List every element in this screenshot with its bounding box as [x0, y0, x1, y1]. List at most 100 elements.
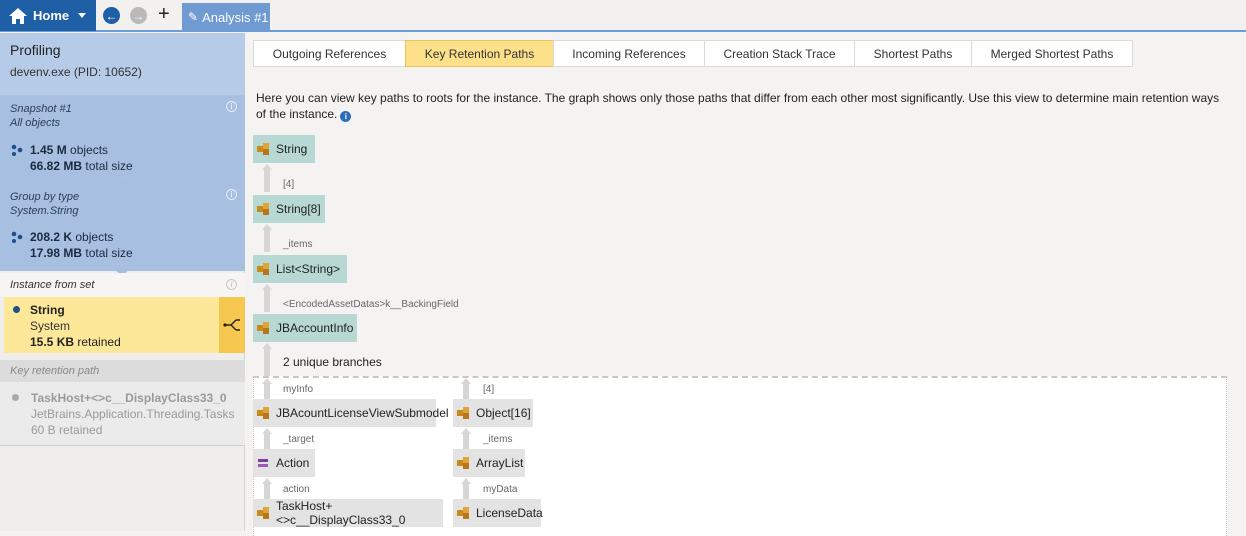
node-jbaccountinfo[interactable]: JBAccountInfo — [253, 314, 357, 342]
node-label: JBAccountInfo — [276, 321, 354, 335]
node-list-string[interactable]: List<String> — [253, 255, 347, 283]
edge-arrow — [262, 428, 272, 434]
node-viewsubmodel[interactable]: JBAcountLicenseViewSubmodel — [253, 399, 449, 427]
description-text: Here you can view key paths to roots for… — [256, 91, 1220, 121]
tab-shortest-paths[interactable]: Shortest Paths — [854, 40, 972, 67]
home-icon — [9, 7, 27, 24]
delegate-icon — [258, 459, 268, 467]
edge-label: action — [283, 484, 310, 495]
key-path-bullet — [12, 394, 19, 401]
tab-analysis[interactable]: ✎ Analysis #1 — [182, 3, 270, 31]
instance-header: Instance from set i — [0, 273, 245, 297]
chevron-down-icon[interactable] — [78, 13, 87, 18]
analysis-tab-label: Analysis #1 — [202, 9, 269, 25]
profiling-header: Profiling devenv.exe (PID: 10652) — [0, 33, 245, 95]
node-label: String[8] — [276, 202, 321, 216]
home-label: Home — [33, 8, 70, 23]
home-button[interactable]: Home — [0, 0, 96, 31]
info-icon[interactable]: i — [226, 279, 237, 290]
back-arrow-icon[interactable]: ← — [103, 7, 120, 24]
edge-label: <EncodedAssetDatas>k__BackingField — [283, 299, 459, 310]
group-size-label: total size — [85, 246, 133, 260]
tab-key-retention-paths[interactable]: Key Retention Paths — [405, 40, 554, 67]
class-icon — [257, 203, 269, 215]
view-tabs: Outgoing References Key Retention Paths … — [253, 40, 1133, 67]
pencil-icon: ✎ — [188, 10, 199, 24]
snapshot-objects: 1.45 M objects — [30, 143, 108, 157]
edge-label: _items — [483, 434, 513, 445]
node-licensedata[interactable]: LicenseData — [453, 499, 543, 527]
node-string[interactable]: String — [253, 135, 315, 163]
edge-arrow — [461, 428, 471, 434]
node-action[interactable]: Action — [253, 449, 315, 477]
class-icon — [457, 457, 469, 469]
description: Here you can view key paths to roots for… — [256, 90, 1231, 122]
edge-line — [264, 349, 270, 376]
tab-merged-shortest-paths[interactable]: Merged Shortest Paths — [971, 40, 1133, 67]
top-toolbar: Home ← → + ✎ Analysis #1 — [0, 0, 1246, 32]
node-label: TaskHost+<>c__DisplayClass33_0 — [276, 499, 406, 527]
node-label: String — [276, 142, 308, 156]
info-icon[interactable]: i — [226, 189, 237, 200]
key-path-namespace: JetBrains.Application.Threading.Tasks — [31, 407, 235, 421]
edge-arrow — [262, 224, 272, 230]
edge-arrow — [262, 378, 272, 384]
instance-namespace: System — [30, 319, 71, 333]
node-arraylist[interactable]: ArrayList — [453, 449, 525, 477]
sidebar: Profiling devenv.exe (PID: 10652) Snapsh… — [0, 33, 245, 531]
edge-label: myInfo — [283, 384, 314, 395]
snapshot-objects-label: objects — [70, 143, 109, 157]
node-string-array[interactable]: String[8] — [253, 195, 325, 223]
class-icon — [457, 407, 469, 419]
instance-header-label: Instance from set — [10, 279, 95, 291]
edge-line — [264, 230, 270, 252]
node-label: List<String> — [276, 262, 341, 276]
group-objects-label: objects — [75, 230, 114, 244]
instance-bullet — [13, 306, 20, 313]
profiling-title: Profiling — [10, 42, 61, 58]
group-header: Group by type — [10, 191, 80, 203]
edge-label: myData — [483, 484, 518, 495]
key-path-item[interactable]: TaskHost+<>c__DisplayClass33_0 JetBrains… — [0, 382, 245, 446]
node-label: ArrayList — [476, 456, 524, 470]
info-icon[interactable]: i — [340, 111, 352, 122]
branches-label: 2 unique branches — [283, 355, 382, 369]
snapshot-size-value: 66.82 MB — [30, 159, 83, 173]
key-path-name: TaskHost+<>c__DisplayClass33_0 — [31, 391, 227, 405]
graph-view-button[interactable] — [219, 297, 245, 353]
snapshot-section[interactable]: Snapshot #1 All objects i 1.45 M objects… — [0, 95, 245, 183]
branch-graph-icon — [223, 319, 240, 331]
class-icon — [257, 507, 269, 519]
class-icon — [257, 143, 269, 155]
group-subheader: System.String — [10, 205, 79, 217]
edge-line — [264, 290, 270, 312]
group-section[interactable]: Group by type System.String i 208.2 K ob… — [0, 183, 245, 271]
edge-arrow — [461, 378, 471, 384]
tab-incoming-references[interactable]: Incoming References — [553, 40, 705, 67]
snapshot-objects-count: 1.45 M — [30, 143, 67, 157]
info-icon[interactable]: i — [226, 101, 237, 112]
node-object-array[interactable]: Object[16] — [453, 399, 533, 427]
edge-arrow — [262, 284, 272, 290]
node-label: Action — [276, 456, 310, 470]
forward-arrow-icon[interactable]: → — [130, 7, 147, 24]
key-path-retained: 60 B retained — [31, 423, 103, 437]
edge-label: [4] — [283, 179, 295, 190]
instance-retained-value: 15.5 KB — [30, 335, 75, 349]
class-icon — [257, 263, 269, 275]
add-icon[interactable]: + — [158, 4, 170, 24]
edge-arrow — [461, 478, 471, 484]
group-size: 17.98 MB total size — [30, 246, 133, 260]
node-taskhost[interactable]: TaskHost+<>c__DisplayClass33_0 — [253, 499, 443, 527]
objects-icon — [11, 231, 23, 243]
tab-creation-stack-trace[interactable]: Creation Stack Trace — [704, 40, 855, 67]
group-size-value: 17.98 MB — [30, 246, 83, 260]
node-label: JBAcountLicenseViewSubmodel — [276, 406, 449, 420]
tab-outgoing-references[interactable]: Outgoing References — [253, 40, 406, 67]
objects-icon — [11, 144, 23, 156]
snapshot-subheader: All objects — [10, 117, 61, 129]
snapshot-size-label: total size — [85, 159, 133, 173]
instance-card[interactable]: String System 15.5 KB retained — [4, 297, 245, 353]
instance-retained: 15.5 KB retained — [30, 335, 121, 349]
class-icon — [457, 507, 469, 519]
